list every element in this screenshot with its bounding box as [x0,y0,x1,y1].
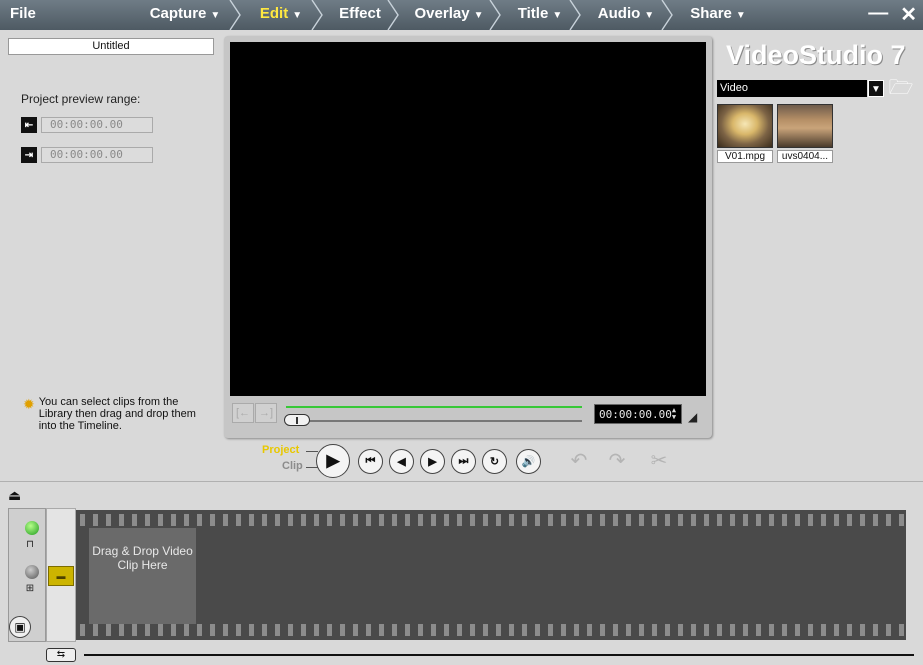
next-frame-button[interactable]: ▶ [420,449,445,474]
library-clip-name: uvs0404... [777,150,833,163]
tab-edit-label: Edit [259,5,289,22]
split-clip-button[interactable]: ✂ [646,449,672,473]
tab-audio[interactable]: Audio ▼ [580,0,673,30]
chevron-down-icon: ▼ [473,10,484,21]
tab-capture-label: Capture [149,5,207,22]
tab-title-label: Title [517,5,549,22]
play-button[interactable]: ▶ [316,444,350,478]
enlarge-preview-icon[interactable]: ◢ [688,410,702,424]
chevron-down-icon[interactable]: ▼ [868,80,884,97]
panel-divider [0,481,923,482]
tip-box: ✹ You can select clips from the Library … [23,396,213,432]
file-menu[interactable]: File [0,0,130,30]
trim-marker-buttons: [← →] [232,403,277,423]
film-perforations [76,624,906,636]
previous-frame-icon: ◀ [397,456,406,468]
expand-timeline-icon[interactable]: ⏏ [8,487,21,504]
drop-zone[interactable]: Drag & Drop Video Clip Here [89,528,196,624]
storyboard-view-tab[interactable] [25,521,39,535]
skip-to-start-icon: ⏮ [365,455,376,467]
mark-in-icon[interactable]: ⇤ [21,117,37,133]
project-connector [306,451,318,452]
timeline-icon: ⊞ [25,583,35,594]
film-perforations [76,514,906,526]
speaker-icon: 🔊 [521,456,536,468]
repeat-button[interactable]: ↻ [482,449,507,474]
mark-in-timecode[interactable]: 00:00:00.00 [41,117,153,133]
folder-open-icon[interactable]: ▣ [9,616,31,638]
chevron-down-icon: ▼ [644,10,655,21]
trim-bar[interactable] [286,406,582,408]
step-tabs: Capture ▼ Edit ▼ Effect Overlay ▼ Title ▼ Au… [130,0,764,30]
storyboard-track[interactable]: Drag & Drop Video Clip Here [76,510,906,640]
storyboard-icon: ⊓ [26,539,34,550]
timeline-scrollbar[interactable] [84,654,914,656]
mark-out-timecode[interactable]: 00:00:00.00 [41,147,153,163]
preview-screen [230,42,706,396]
timecode-value: 00:00:00.00 [599,408,672,421]
options-panel: Untitled Project preview range: ⇤ 00:00:… [6,36,218,446]
tab-capture[interactable]: Capture ▼ [130,0,241,30]
timeline-scroll-handle[interactable]: ⇆ [46,648,76,662]
clip-mode-label[interactable]: Clip [282,460,303,472]
play-icon: ▶ [326,451,340,470]
chevron-down-icon: ▼ [735,10,746,21]
preview-window: [← →] 00:00:00.00 ▲ ▼ ◢ [224,36,712,438]
preview-range-label: Project preview range: [21,92,141,106]
timeline-view-tab[interactable] [25,565,39,579]
mark-in-button[interactable]: [← [232,403,254,423]
chevron-down-icon: ▼ [552,10,563,21]
chevron-down-icon: ▼ [292,10,303,21]
next-frame-icon: ▶ [428,456,437,468]
tab-effect-label: Effect [339,5,381,22]
mark-in-row: ⇤ 00:00:00.00 [21,117,153,133]
menu-bar: File Capture ▼ Edit ▼ Effect Overlay ▼ Titl… [0,0,923,30]
folder-open-icon[interactable]: 🗁 [888,76,914,100]
video-track-icon: ▬ [48,566,74,586]
library-clip-thumbnail[interactable] [717,104,773,148]
library-clip-thumbnail[interactable] [777,104,833,148]
tab-effect[interactable]: Effect [322,0,399,30]
undo-button[interactable]: ↶ [566,449,592,473]
tab-share-label: Share [690,5,732,22]
tab-overlay[interactable]: Overlay ▼ [398,0,501,30]
timecode-display[interactable]: 00:00:00.00 ▲ ▼ [594,404,682,424]
app-logo: VideoStudio 7 [726,40,906,70]
end-button[interactable]: ⏭ [451,449,476,474]
chevron-down-icon: ▼ [210,10,221,21]
volume-button[interactable]: 🔊 [516,449,541,474]
tab-title[interactable]: Title ▼ [500,0,581,30]
previous-frame-button[interactable]: ◀ [389,449,414,474]
tip-text: You can select clips from the Library th… [38,396,196,432]
library-category-select[interactable]: Video [717,80,867,97]
close-button[interactable]: ✕ [900,2,917,27]
repeat-icon: ↻ [489,456,500,468]
minimize-button[interactable]: — [868,2,888,27]
jog-slider-handle[interactable] [284,414,310,426]
mark-out-row: ⇥ 00:00:00.00 [21,147,153,163]
tab-edit[interactable]: Edit ▼ [240,0,323,30]
window-controls: — ✕ [868,2,917,27]
lightbulb-icon: ✹ [23,396,35,412]
library-clip-name: V01.mpg [717,150,773,163]
redo-icon: ↷ [608,450,626,472]
skip-to-end-icon: ⏭ [458,455,469,467]
scissors-icon: ✂ [650,450,668,472]
tab-audio-label: Audio [597,5,641,22]
mark-out-button[interactable]: →] [255,403,277,423]
mark-out-icon[interactable]: ⇥ [21,147,37,163]
tab-share[interactable]: Share ▼ [672,0,764,30]
timecode-spinner-icon[interactable]: ▲ ▼ [669,407,679,422]
project-title-field[interactable]: Untitled [8,38,214,55]
redo-button[interactable]: ↷ [604,449,630,473]
tab-overlay-label: Overlay [414,5,470,22]
undo-icon: ↶ [570,450,588,472]
project-mode-label[interactable]: Project [262,444,299,456]
scrub-track[interactable] [286,420,582,422]
home-button[interactable]: ⏮ [358,449,383,474]
